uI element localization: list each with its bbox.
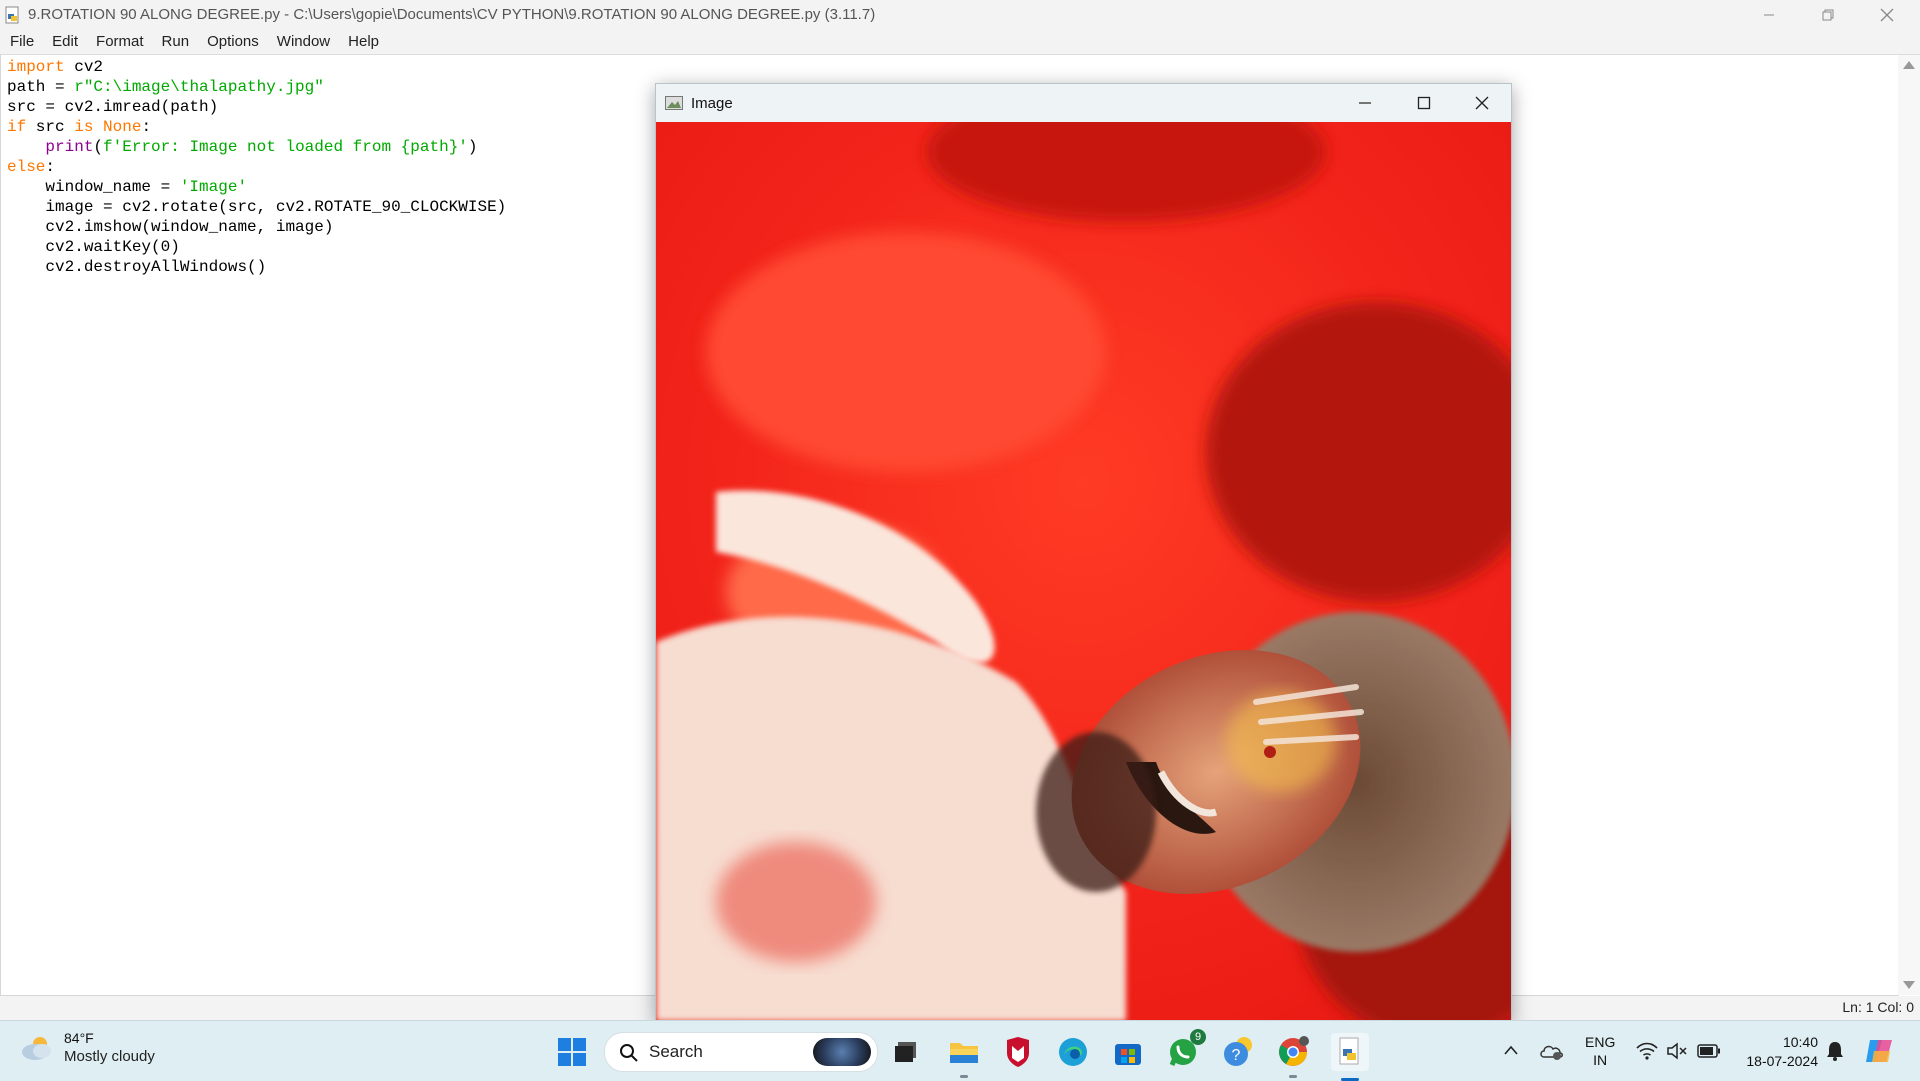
menu-file[interactable]: File bbox=[10, 33, 34, 50]
python-file-icon bbox=[5, 6, 19, 23]
weather-condition: Mostly cloudy bbox=[64, 1048, 155, 1065]
whatsapp-unread-badge: 9 bbox=[1190, 1029, 1206, 1045]
scroll-down-icon[interactable] bbox=[1903, 981, 1915, 989]
code-token: cv2.destroyAllWindows() bbox=[7, 258, 267, 276]
code-token: cv2.waitKey(0) bbox=[7, 238, 180, 256]
menu-help[interactable]: Help bbox=[348, 33, 379, 50]
taskbar-search-box[interactable]: Search bbox=[604, 1032, 878, 1072]
weather-temperature: 84°F bbox=[64, 1030, 94, 1046]
code-token: src bbox=[26, 118, 75, 136]
code-token: 'Image' bbox=[179, 178, 248, 196]
window-title: 9.ROTATION 90 ALONG DEGREE.py - C:\Users… bbox=[28, 6, 876, 23]
image-window[interactable]: Image bbox=[655, 83, 1512, 1022]
cursor-position: Ln: 1 Col: 0 bbox=[1842, 999, 1914, 1015]
restore-icon bbox=[1822, 9, 1834, 20]
code-token: import bbox=[7, 58, 65, 76]
notification-bell-icon[interactable] bbox=[1826, 1041, 1844, 1061]
menu-format[interactable]: Format bbox=[96, 33, 144, 50]
code-token: cv2 bbox=[64, 58, 104, 76]
minimize-icon bbox=[1359, 102, 1371, 104]
close-button[interactable] bbox=[1858, 0, 1916, 29]
restore-button[interactable] bbox=[1799, 0, 1857, 29]
input-language-indicator[interactable]: ENG IN bbox=[1585, 1033, 1615, 1069]
code-token: None bbox=[93, 118, 142, 136]
menu-bar: File Edit Format Run Options Window Help bbox=[0, 29, 1920, 55]
file-explorer-icon[interactable] bbox=[947, 1035, 981, 1078]
code-token: cv2.imshow(window_name, image) bbox=[7, 218, 334, 236]
clock-time: 10:40 bbox=[1782, 1034, 1818, 1050]
show-hidden-icons-chevron-icon[interactable] bbox=[1504, 1045, 1518, 1055]
code-token: f'Error: Image not loaded from {path}' bbox=[103, 138, 468, 156]
region-code: IN bbox=[1593, 1052, 1608, 1068]
rotated-photo bbox=[656, 122, 1511, 1021]
wifi-icon[interactable] bbox=[1636, 1042, 1658, 1060]
close-icon bbox=[1880, 8, 1894, 21]
menu-run[interactable]: Run bbox=[162, 33, 190, 50]
code-token: ( bbox=[93, 138, 104, 156]
code-token: else bbox=[7, 158, 46, 176]
running-indicator bbox=[960, 1075, 968, 1078]
python-idle-icon[interactable] bbox=[1331, 1033, 1369, 1081]
mcafee-icon[interactable] bbox=[1001, 1035, 1035, 1069]
search-highlight-image bbox=[813, 1038, 871, 1066]
menu-window[interactable]: Window bbox=[277, 33, 330, 50]
scroll-up-icon[interactable] bbox=[1903, 61, 1915, 69]
clock-date: 18-07-2024 bbox=[1746, 1053, 1818, 1069]
vertical-scrollbar[interactable] bbox=[1898, 55, 1920, 995]
code-token: r"C:\image\thalapathy.jpg" bbox=[74, 78, 324, 96]
search-icon bbox=[620, 1044, 638, 1062]
whatsapp-icon[interactable]: 9 bbox=[1166, 1029, 1206, 1069]
code-token: : bbox=[45, 158, 56, 176]
task-view-icon[interactable] bbox=[889, 1035, 923, 1069]
menu-edit[interactable]: Edit bbox=[52, 33, 78, 50]
code-token: path = bbox=[7, 78, 75, 96]
image-close-button[interactable] bbox=[1453, 84, 1511, 122]
search-label: Search bbox=[649, 1042, 703, 1061]
photo-illustration bbox=[656, 122, 1511, 1021]
microsoft-store-icon[interactable] bbox=[1111, 1035, 1145, 1069]
cloudy-weather-icon bbox=[22, 1037, 51, 1060]
code-token: image = cv2.rotate(src, cv2.ROTATE_90_CL… bbox=[7, 198, 507, 216]
code-token: print bbox=[45, 138, 94, 156]
code-token: window_name = bbox=[7, 178, 180, 196]
image-window-title: Image bbox=[691, 94, 733, 112]
close-icon bbox=[1475, 96, 1489, 110]
code-token: ) bbox=[467, 138, 478, 156]
system-clock[interactable]: 10:40 18-07-2024 bbox=[1738, 1033, 1818, 1071]
running-indicator bbox=[1289, 1075, 1297, 1078]
code-text[interactable]: import cv2 path = r"C:\image\thalapathy.… bbox=[7, 57, 506, 277]
copilot-icon[interactable] bbox=[1864, 1036, 1896, 1066]
window-titlebar[interactable]: 9.ROTATION 90 ALONG DEGREE.py - C:\Users… bbox=[0, 0, 1920, 29]
chrome-browser-icon[interactable] bbox=[1276, 1035, 1310, 1078]
code-token: if bbox=[7, 118, 27, 136]
language-code: ENG bbox=[1585, 1034, 1616, 1050]
minimize-icon bbox=[1764, 14, 1774, 15]
volume-muted-icon[interactable] bbox=[1666, 1042, 1688, 1060]
taskbar: 84°F Mostly cloudy Search 9 ? ENG IN 10:… bbox=[0, 1020, 1920, 1081]
onedrive-sync-icon[interactable] bbox=[1540, 1041, 1564, 1061]
image-window-icon bbox=[665, 96, 683, 110]
minimize-button[interactable] bbox=[1740, 0, 1798, 29]
code-token: src = cv2.imread(path) bbox=[7, 98, 219, 116]
tips-help-icon[interactable]: ? bbox=[1221, 1035, 1255, 1069]
maximize-icon bbox=[1417, 96, 1431, 110]
image-maximize-button[interactable] bbox=[1395, 84, 1453, 122]
edge-browser-icon[interactable] bbox=[1056, 1035, 1090, 1069]
battery-icon[interactable] bbox=[1697, 1044, 1721, 1058]
menu-options[interactable]: Options bbox=[207, 33, 259, 50]
windows-start-icon[interactable] bbox=[557, 1037, 587, 1067]
code-token: : bbox=[141, 118, 152, 136]
svg-text:?: ? bbox=[1232, 1047, 1241, 1064]
image-minimize-button[interactable] bbox=[1336, 84, 1394, 122]
weather-widget[interactable]: 84°F Mostly cloudy bbox=[20, 1029, 155, 1067]
code-token: is bbox=[74, 118, 94, 136]
